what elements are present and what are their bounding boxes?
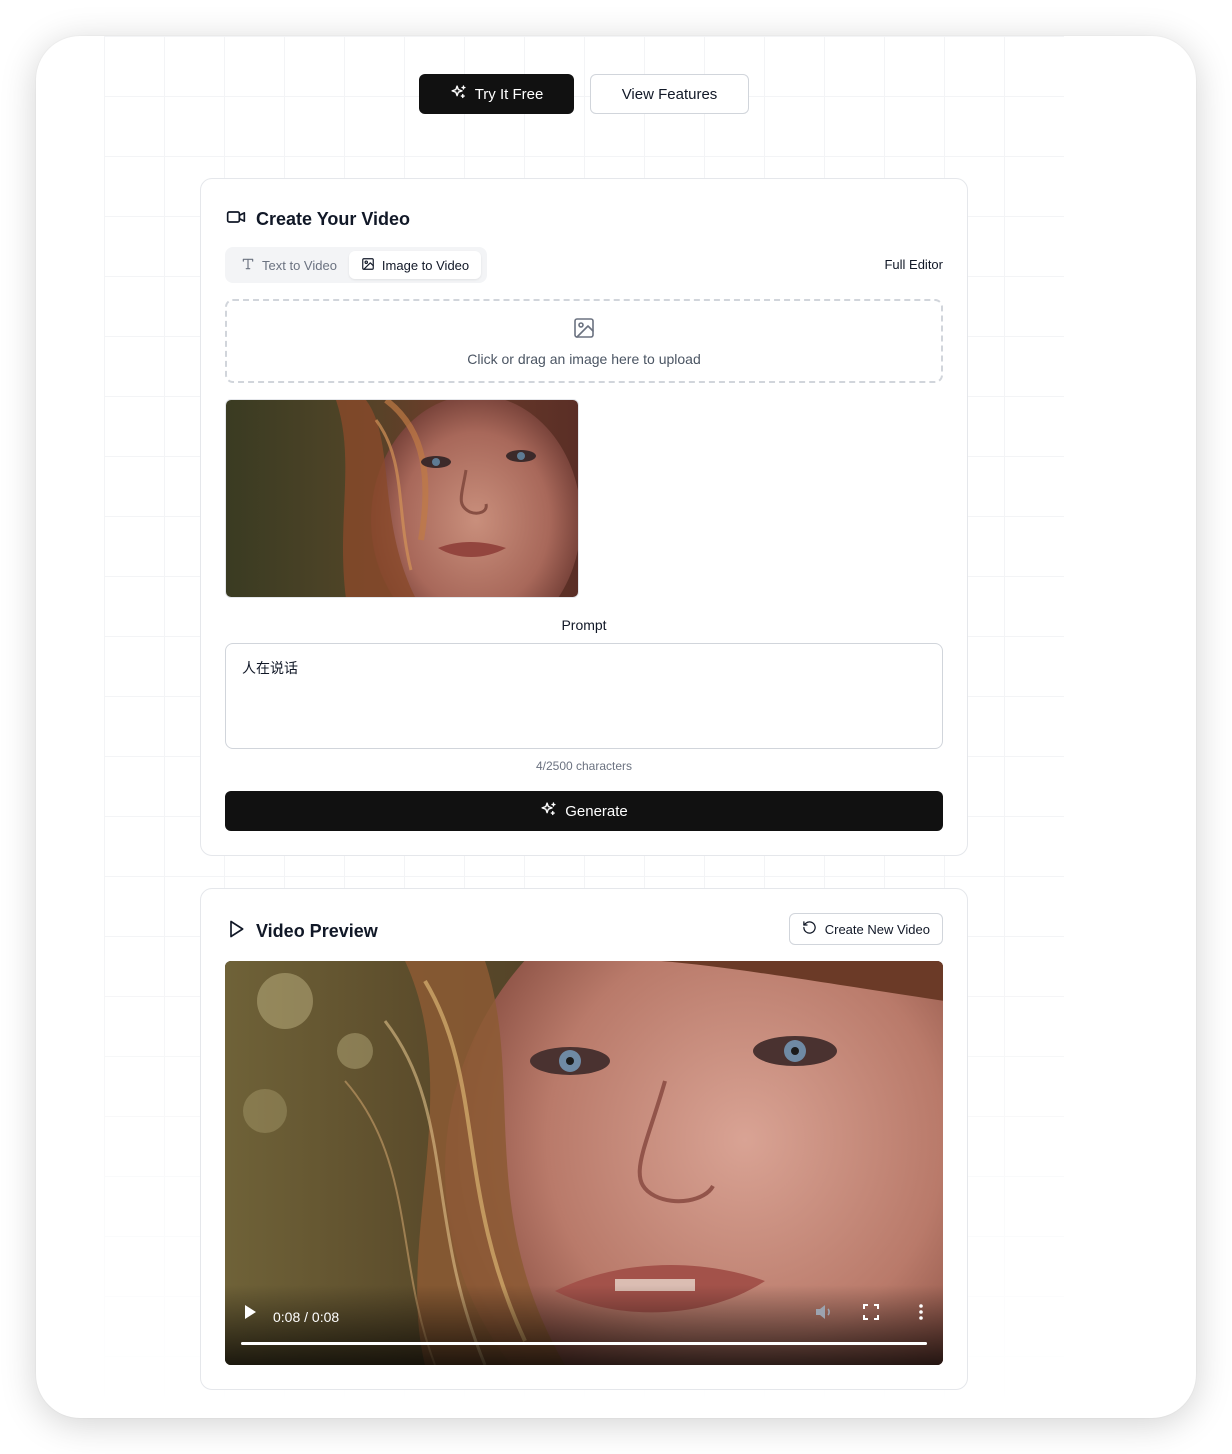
create-new-video-button[interactable]: Create New Video <box>788 913 943 945</box>
fullscreen-icon[interactable] <box>863 1304 879 1325</box>
more-vertical-icon[interactable] <box>919 1304 923 1325</box>
video-camera-icon <box>226 207 246 232</box>
video-preview-title: Video Preview <box>256 921 378 941</box>
create-video-title: Create Your Video <box>256 209 411 229</box>
play-outline-icon <box>226 919 246 944</box>
image-icon <box>361 257 375 274</box>
mode-tabs: Text to Video Image to Video <box>225 247 487 283</box>
volume-icon[interactable] <box>815 1304 833 1325</box>
image-dropzone[interactable]: Click or drag an image here to upload <box>225 299 943 383</box>
create-video-card: Create Your Video Text to Video Image to… <box>200 178 968 856</box>
text-type-icon <box>241 257 255 274</box>
video-progress-bar[interactable] <box>241 1342 927 1345</box>
dropzone-text: Click or drag an image here to upload <box>467 350 701 367</box>
prompt-textarea[interactable] <box>225 643 943 749</box>
play-icon[interactable] <box>243 1304 257 1325</box>
create-new-video-label: Create New Video <box>824 921 930 937</box>
video-preview-heading: Video Preview <box>226 919 378 944</box>
view-features-label: View Features <box>621 85 718 103</box>
video-progress-fill <box>241 1342 927 1345</box>
browser-window: Try It Free View Features Create Your Vi… <box>36 36 1196 1418</box>
refresh-icon <box>802 920 817 938</box>
prompt-label: Prompt <box>561 617 607 633</box>
create-video-heading: Create Your Video <box>226 207 410 232</box>
try-it-free-label: Try It Free <box>474 85 544 103</box>
full-editor-link[interactable]: Full Editor <box>884 257 943 272</box>
character-count: 4/2500 characters <box>535 759 633 773</box>
image-upload-icon <box>572 316 596 343</box>
view-features-button[interactable]: View Features <box>590 74 749 114</box>
video-time: 0:08 / 0:08 <box>273 1309 340 1325</box>
video-preview-card: Video Preview Create New Video 0:08 / 0:… <box>200 888 968 1390</box>
tab-image-to-video-label: Image to Video <box>381 257 470 273</box>
video-player[interactable]: 0:08 / 0:08 <box>225 961 943 1365</box>
tab-text-to-video[interactable]: Text to Video <box>229 251 349 279</box>
video-controls: 0:08 / 0:08 <box>225 1285 943 1365</box>
tab-image-to-video[interactable]: Image to Video <box>348 251 482 279</box>
generate-label: Generate <box>565 802 628 820</box>
hero-cta-row: Try It Free View Features <box>419 74 749 114</box>
generate-button[interactable]: Generate <box>225 791 943 831</box>
sparkles-icon <box>450 84 467 105</box>
uploaded-image-preview <box>225 399 579 598</box>
tab-text-to-video-label: Text to Video <box>262 257 337 273</box>
sparkles-icon <box>540 801 557 822</box>
try-it-free-button[interactable]: Try It Free <box>419 74 574 114</box>
